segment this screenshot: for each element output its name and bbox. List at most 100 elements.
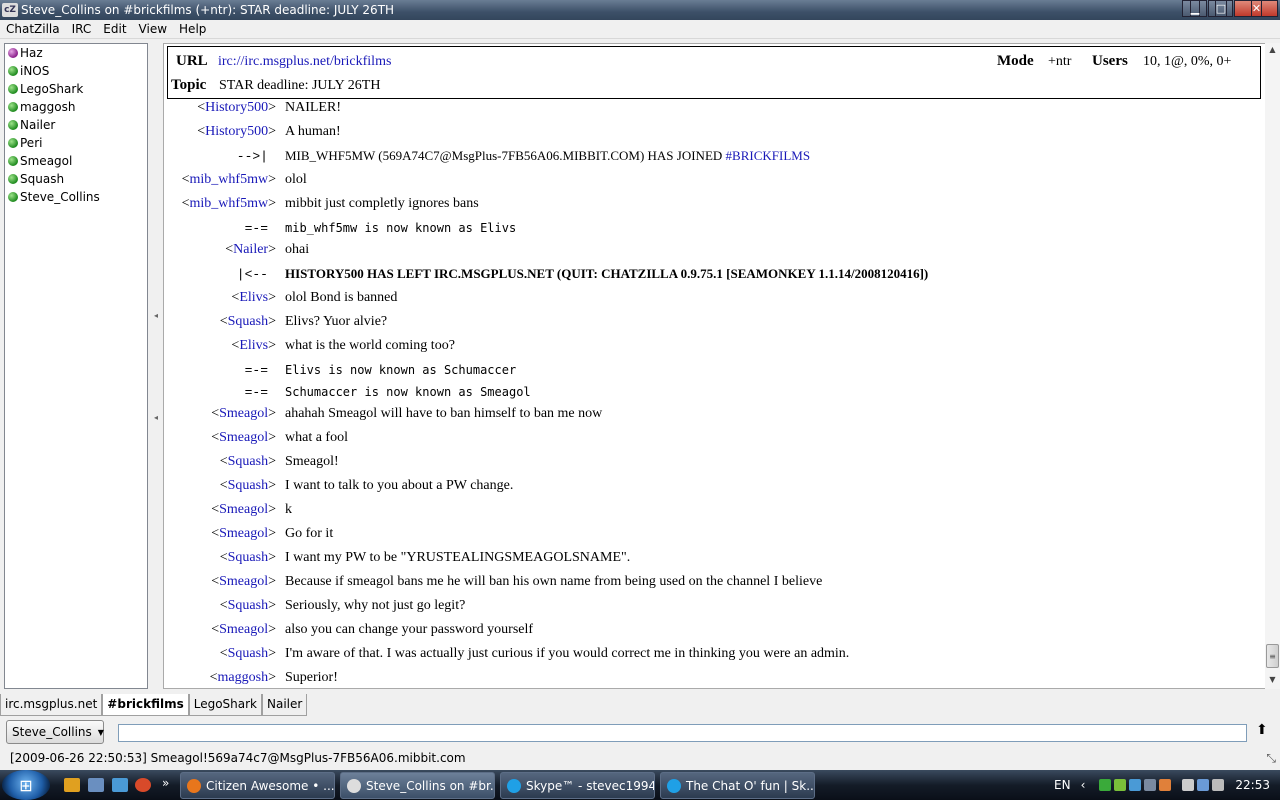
nick-link[interactable]: Nailer <box>233 242 268 257</box>
topic-value[interactable]: STAR deadline: JULY 26TH <box>219 78 380 94</box>
user-name: Steve_Collins <box>20 190 100 204</box>
user-list-item[interactable]: Steve_Collins <box>5 188 147 206</box>
nick-link[interactable]: Smeagol <box>219 526 268 541</box>
nick-link[interactable]: Squash <box>228 314 268 329</box>
taskbar-item[interactable]: Citizen Awesome • ... <box>180 772 335 799</box>
message-text: Elivs? Yuor alvie? <box>285 314 388 329</box>
nick-link[interactable]: Smeagol <box>219 622 268 637</box>
quicklaunch-media-icon[interactable] <box>64 778 80 792</box>
clock[interactable]: 22:53 <box>1235 778 1270 792</box>
message-nick: <Smeagol> <box>211 574 276 589</box>
tray-app-icon[interactable] <box>1114 779 1127 791</box>
scroll-up-icon[interactable]: ▲ <box>1267 45 1278 57</box>
user-status-icon <box>8 156 18 166</box>
volume-icon[interactable] <box>1212 779 1225 791</box>
language-indicator[interactable]: EN <box>1054 778 1071 792</box>
user-list-item[interactable]: Squash <box>5 170 147 188</box>
message-input[interactable] <box>118 724 1247 742</box>
message-row: <Squash> Elivs? Yuor alvie? <box>164 310 387 334</box>
nick-link[interactable]: Squash <box>228 646 268 661</box>
view-tab[interactable]: irc.msgplus.net <box>0 694 103 716</box>
quicklaunch-chrome-icon[interactable] <box>135 778 151 792</box>
user-list-item[interactable]: Nailer <box>5 116 147 134</box>
nick-link[interactable]: Squash <box>228 454 268 469</box>
tray-app-icon[interactable] <box>1129 779 1142 791</box>
message-nick: <Smeagol> <box>211 622 276 637</box>
chat-scrollbar[interactable]: ▲ ≡ ▼ <box>1265 43 1280 689</box>
channel-url-link[interactable]: irc://irc.msgplus.net/brickfilms <box>218 54 391 70</box>
nick-link[interactable]: Elivs <box>239 290 268 305</box>
channel-link[interactable]: #BRICKFILMS <box>726 148 811 163</box>
panel-splitter[interactable]: ◂ ◂ <box>151 43 161 689</box>
menu-edit[interactable]: Edit <box>97 22 132 36</box>
user-list-item[interactable]: Haz <box>5 44 147 62</box>
user-list[interactable]: Haz iNOS LegoShark maggosh Nailer Peri Smeagol… <box>4 43 148 689</box>
nick-link[interactable]: maggosh <box>218 670 269 685</box>
message-nick: <Elivs> <box>231 338 276 353</box>
nickname-button[interactable]: Steve_Collins ▼ <box>6 720 104 744</box>
nick-link[interactable]: Elivs <box>239 338 268 353</box>
menu-irc[interactable]: IRC <box>66 22 98 36</box>
user-list-item[interactable]: LegoShark <box>5 80 147 98</box>
message-row: -->| MIB_WHF5MW (569A74C7@MsgPlus-7FB56A0… <box>164 144 810 168</box>
nick-link[interactable]: Smeagol <box>219 406 268 421</box>
view-tab[interactable]: Nailer <box>262 694 308 716</box>
taskbar-item[interactable]: Steve_Collins on #br... <box>340 772 495 799</box>
menu-view[interactable]: View <box>133 22 173 36</box>
event-text: HISTORY500 HAS LEFT IRC.MSGPLUS.NET (QUI… <box>285 266 929 281</box>
user-list-item[interactable]: iNOS <box>5 62 147 80</box>
message-row: <Smeagol> k <box>164 498 292 522</box>
message-text: A human! <box>285 124 341 139</box>
windows-logo-icon: ⊞ <box>19 775 33 795</box>
nick-link[interactable]: mib_whf5mw <box>190 172 269 187</box>
view-tab[interactable]: LegoShark <box>188 694 263 716</box>
nickchange-event-text: Elivs is now known as Schumaccer <box>281 363 516 377</box>
user-list-item[interactable]: Smeagol <box>5 152 147 170</box>
nick-link[interactable]: Smeagol <box>219 502 268 517</box>
nick-link[interactable]: History500 <box>205 100 268 115</box>
tray-app-icon[interactable] <box>1144 779 1157 791</box>
message-text: what is the world coming too? <box>285 338 455 353</box>
window-controls: ▁ □ ✕ <box>1181 0 1278 17</box>
taskbar-item-label: The Chat O' fun | Sk... <box>686 778 815 793</box>
collapse-arrow-icon[interactable]: ◂ <box>154 413 158 423</box>
taskbar-item[interactable]: The Chat O' fun | Sk... <box>660 772 815 799</box>
tray-app-icon[interactable] <box>1159 779 1172 791</box>
user-list-item[interactable]: maggosh <box>5 98 147 116</box>
nick-link[interactable]: Squash <box>228 478 268 493</box>
start-button[interactable]: ⊞ <box>2 770 50 800</box>
nick-link[interactable]: History500 <box>205 124 268 139</box>
quicklaunch-desktop-icon[interactable] <box>112 778 128 792</box>
tray-app-icon[interactable] <box>1099 779 1112 791</box>
message-row: <Squash> I want my PW to be "YRUSTEALINGS… <box>164 546 630 570</box>
taskbar-item[interactable]: Skype™ - stevec1994 <box>500 772 655 799</box>
multiline-toggle-icon[interactable]: ⬆ <box>1256 722 1268 738</box>
scrollbar-thumb[interactable]: ≡ <box>1266 644 1279 668</box>
network-icon[interactable] <box>1197 779 1210 791</box>
message-text: I'm aware of that. I was actually just c… <box>285 646 850 661</box>
nick-link[interactable]: mib_whf5mw <box>190 196 269 211</box>
nick-link[interactable]: Squash <box>228 550 268 565</box>
close-button[interactable]: ✕ <box>1234 0 1278 17</box>
tray-expand-icon[interactable]: ‹ <box>1081 778 1086 792</box>
collapse-arrow-icon[interactable]: ◂ <box>154 311 158 321</box>
quicklaunch-more-icon[interactable]: » <box>162 776 169 790</box>
menu-help[interactable]: Help <box>173 22 212 36</box>
nick-link[interactable]: Smeagol <box>219 574 268 589</box>
quicklaunch-folder-icon[interactable] <box>88 778 104 792</box>
minimize-button[interactable]: ▁ <box>1182 0 1207 17</box>
user-list-item[interactable]: Peri <box>5 134 147 152</box>
maximize-button[interactable]: □ <box>1208 0 1233 17</box>
tray-device-icon[interactable] <box>1182 779 1195 791</box>
resize-grip-icon[interactable]: ⤡ <box>1266 751 1276 766</box>
window-title: Steve_Collins on #brickfilms (+ntr): STA… <box>21 3 395 17</box>
message-row: <Smeagol> also you can change your passwo… <box>164 618 533 642</box>
menu-chatzilla[interactable]: ChatZilla <box>0 22 66 36</box>
message-row: <History500> NAILER! <box>164 96 341 120</box>
nick-link[interactable]: Squash <box>228 598 268 613</box>
user-status-icon <box>8 174 18 184</box>
view-tab[interactable]: #brickfilms <box>102 694 189 716</box>
nick-link[interactable]: Smeagol <box>219 430 268 445</box>
scroll-down-icon[interactable]: ▼ <box>1267 675 1278 687</box>
user-name: Nailer <box>20 118 56 132</box>
